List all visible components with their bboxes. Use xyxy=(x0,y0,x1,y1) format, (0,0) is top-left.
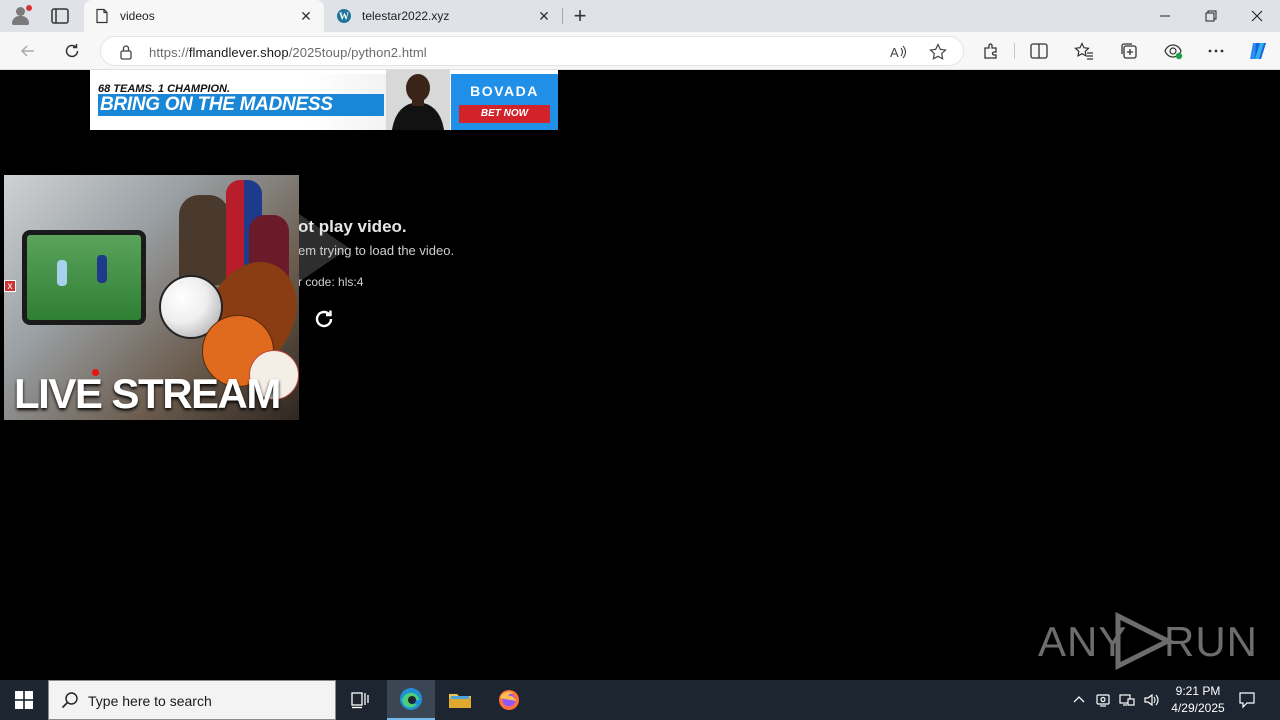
ad-headline: BRING ON THE MADNESS xyxy=(98,94,384,116)
overlay-ad-close-button[interactable]: x xyxy=(4,280,16,292)
tray-device-icon[interactable] xyxy=(1095,692,1111,708)
overlay-ad-text: LIVE STREAM xyxy=(14,370,281,417)
split-screen-icon[interactable] xyxy=(1029,41,1049,61)
clock-date: 4/29/2025 xyxy=(1171,701,1225,715)
tab-label: telestar2022.xyz xyxy=(362,9,450,23)
clock-time: 9:21 PM xyxy=(1175,684,1221,698)
player-error-title: ot play video. xyxy=(298,217,407,236)
player-error-code: r code: hls:4 xyxy=(298,275,364,289)
taskbar-search[interactable]: Type here to search xyxy=(48,680,336,720)
close-tab-icon[interactable]: ✕ xyxy=(298,8,314,24)
firefox-icon[interactable] xyxy=(485,680,533,720)
extensions-icon[interactable] xyxy=(981,41,1001,61)
browser-essentials-icon[interactable] xyxy=(1163,41,1183,61)
profile-icon[interactable] xyxy=(9,5,33,27)
tray-chevron-up-icon[interactable] xyxy=(1071,692,1087,708)
page-icon xyxy=(94,8,110,24)
tab-separator xyxy=(562,8,563,24)
notification-icon[interactable] xyxy=(1238,691,1256,709)
network-icon[interactable] xyxy=(1119,692,1135,708)
wordpress-icon: W xyxy=(336,8,352,24)
tab-strip: videos ✕ W telestar2022.xyz ✕ + xyxy=(0,0,1280,32)
search-placeholder: Type here to search xyxy=(88,693,212,709)
tab-label: videos xyxy=(120,9,155,23)
svg-text:A: A xyxy=(890,45,899,60)
task-view-icon[interactable] xyxy=(336,680,384,720)
url-text[interactable]: https://flmandlever.shop/2025toup/python… xyxy=(149,45,427,60)
watermark-text-right: RUN xyxy=(1164,618,1258,665)
windows-start-icon[interactable] xyxy=(0,680,48,720)
copilot-icon[interactable] xyxy=(1247,40,1269,62)
tab-telestar[interactable]: W telestar2022.xyz ✕ xyxy=(326,0,562,32)
close-tab-icon[interactable]: ✕ xyxy=(536,8,552,24)
player-error-description: em trying to load the video. xyxy=(298,243,455,258)
ad-player-image xyxy=(386,70,450,130)
edge-taskbar-icon[interactable] xyxy=(387,680,435,720)
favorites-icon[interactable] xyxy=(1074,41,1094,61)
taskbar-clock[interactable]: 9:21 PM 4/29/2025 xyxy=(1160,683,1236,717)
tab-actions-icon[interactable] xyxy=(50,7,70,25)
search-icon xyxy=(61,691,79,709)
file-explorer-icon[interactable] xyxy=(436,680,484,720)
back-icon[interactable] xyxy=(17,40,39,62)
tab-videos[interactable]: videos ✕ xyxy=(84,0,324,32)
svg-text:W: W xyxy=(339,12,349,23)
close-window-icon[interactable] xyxy=(1234,0,1280,32)
volume-icon[interactable] xyxy=(1143,692,1159,708)
reload-icon[interactable] xyxy=(312,307,336,331)
taskbar: Type here to search 9:21 PM 4/29/2025 xyxy=(0,680,1280,720)
ad-brand: BOVADA xyxy=(470,83,539,99)
ad-banner[interactable]: 68 TEAMS. 1 CHAMPION. BRING ON THE MADNE… xyxy=(90,70,558,130)
live-dot-icon xyxy=(92,369,99,376)
phone-image xyxy=(22,230,146,325)
favorite-star-icon[interactable] xyxy=(929,43,947,61)
collections-icon[interactable] xyxy=(1119,41,1139,61)
lock-icon[interactable] xyxy=(119,44,133,60)
ad-brand-panel: BOVADA BET NOW xyxy=(451,74,558,130)
browser-toolbar: https://flmandlever.shop/2025toup/python… xyxy=(0,32,1280,70)
overlay-ad-live-stream[interactable]: LIVE STREAM xyxy=(4,175,299,420)
anyrun-watermark: ANY RUN xyxy=(1038,608,1257,672)
athlete-figure xyxy=(179,195,229,285)
more-options-icon[interactable] xyxy=(1206,41,1226,61)
read-aloud-icon[interactable]: A xyxy=(889,43,907,61)
minimize-icon[interactable] xyxy=(1142,0,1188,32)
restore-icon[interactable] xyxy=(1188,0,1234,32)
toolbar-separator xyxy=(1014,43,1015,59)
bet-now-button[interactable]: BET NOW xyxy=(459,105,550,123)
refresh-icon[interactable] xyxy=(61,40,83,62)
address-bar[interactable]: https://flmandlever.shop/2025toup/python… xyxy=(100,36,964,66)
new-tab-icon[interactable]: + xyxy=(570,5,590,27)
